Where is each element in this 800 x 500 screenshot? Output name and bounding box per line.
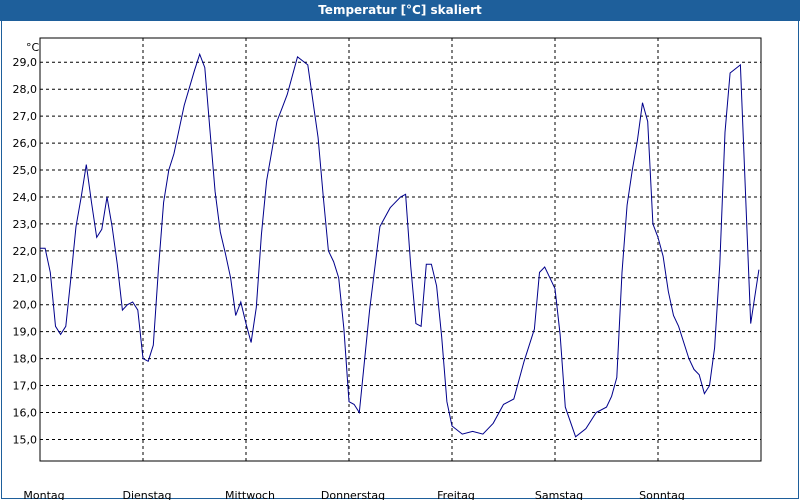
temperature-series-line (40, 52, 760, 438)
y-tick-label: 27,0 (13, 110, 38, 123)
y-tick-label: 26,0 (13, 137, 38, 150)
temperature-chart: 15,0 16,0 17,0 18,0 19,0 20,0 21,0 22,0 23,0 24,0… (13, 37, 762, 500)
y-tick-label: 22,0 (13, 245, 38, 258)
y-tick-label: 25,0 (13, 164, 38, 177)
y-tick-label: 21,0 (13, 272, 38, 285)
y-tick-label: 24,0 (13, 191, 38, 204)
window-title: Temperatur [°C] skaliert (0, 0, 800, 21)
y-tick-label: 20,0 (13, 299, 38, 312)
y-tick-label: 29,0 (13, 56, 38, 69)
y-tick-label: 28,0 (13, 83, 38, 96)
x-tick-day-label: Freitag (437, 489, 475, 500)
x-tick-day-label: Montag (23, 489, 64, 500)
y-tick-label: 19,0 (13, 326, 38, 339)
y-tick-label: 15,0 (13, 433, 38, 446)
x-tick-day-label: Sonntag (639, 489, 685, 500)
x-tick-day-label: Samstag (535, 489, 583, 500)
y-tick-label: 23,0 (13, 218, 38, 231)
plot-frame (39, 37, 762, 462)
y-tick-label: 17,0 (13, 380, 38, 393)
y-axis-label: °C (26, 41, 40, 54)
y-tick-label: 18,0 (13, 353, 38, 366)
y-tick-label: 16,0 (13, 407, 38, 420)
x-tick-day-label: Dienstag (122, 489, 171, 500)
x-tick-day-label: Mittwoch (225, 489, 275, 500)
chart-window: Temperatur [°C] skaliert 15,0 16,0 17,0 18,… (0, 0, 800, 500)
x-tick-day-label: Donnerstag (321, 489, 385, 500)
